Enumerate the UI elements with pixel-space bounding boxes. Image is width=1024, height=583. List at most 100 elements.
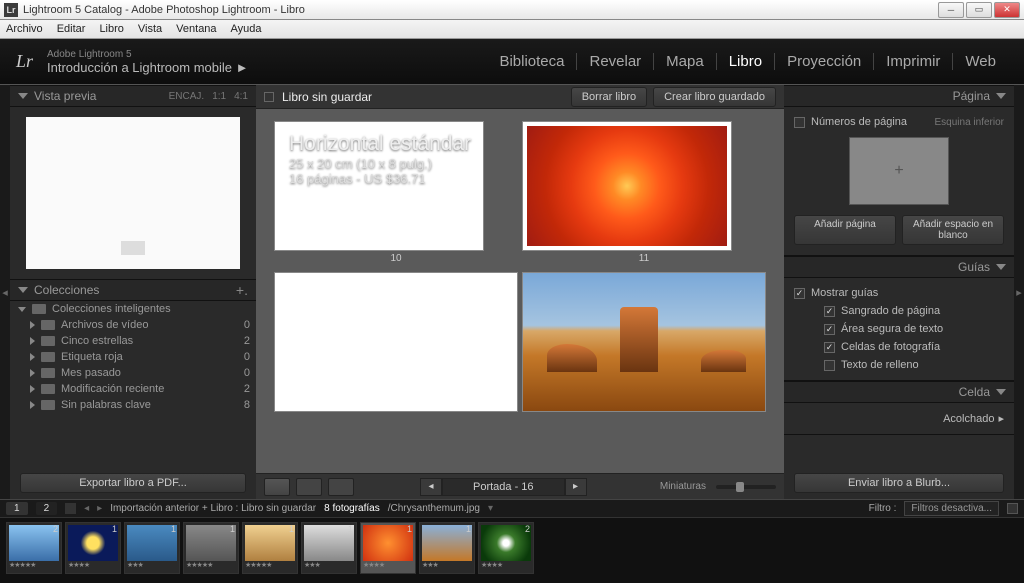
book-page-12[interactable] xyxy=(274,272,518,412)
pagina-panel-header[interactable]: Página xyxy=(784,85,1014,107)
guide-checkbox[interactable]: ✓ xyxy=(824,306,835,317)
grid-icon[interactable] xyxy=(65,503,76,514)
screen-tab-2[interactable]: 2 xyxy=(36,502,58,515)
collection-item[interactable]: Cinco estrellas2 xyxy=(10,333,256,349)
thumbnail-size-slider[interactable] xyxy=(716,485,776,489)
send-to-blurb-button[interactable]: Enviar libro a Blurb... xyxy=(794,473,1004,493)
page-prev-button[interactable]: ◂ xyxy=(420,478,442,496)
filter-dropdown[interactable]: Filtros desactiva... xyxy=(904,501,999,516)
filmstrip-thumb[interactable]: 1★★★ xyxy=(419,522,475,574)
smart-collections-group[interactable]: Colecciones inteligentes xyxy=(10,301,256,317)
lightroom-logo: Lr xyxy=(16,51,33,72)
window-titlebar: Lr Lightroom 5 Catalog - Adobe Photoshop… xyxy=(0,0,1024,20)
book-page-13[interactable]: ! xyxy=(522,272,766,412)
view-grid-button[interactable] xyxy=(264,478,290,496)
zoom-4-1[interactable]: 4:1 xyxy=(234,91,248,102)
menu-editar[interactable]: Editar xyxy=(57,23,86,35)
view-single-button[interactable] xyxy=(328,478,354,496)
thumb-badge: 1 xyxy=(230,524,235,534)
collection-name: Cinco estrellas xyxy=(61,335,133,347)
thumbnails-label: Miniaturas xyxy=(660,481,706,492)
module-imprimir[interactable]: Imprimir xyxy=(874,53,953,70)
create-saved-book-button[interactable]: Crear libro guardado xyxy=(653,87,776,107)
filmstrip-thumb[interactable]: 2★★★★★ xyxy=(6,522,62,574)
book-page-10[interactable]: Horizontal estándar 25 x 20 cm (10 x 8 p… xyxy=(274,121,484,251)
collection-item[interactable]: Archivos de vídeo0 xyxy=(10,317,256,333)
chevron-right-icon xyxy=(30,385,35,393)
page-numbers-checkbox[interactable] xyxy=(794,117,805,128)
filmstrip-thumb[interactable]: 2★★★★ xyxy=(478,522,534,574)
export-pdf-button[interactable]: Exportar libro a PDF... xyxy=(20,473,246,493)
preview-thumbnail[interactable] xyxy=(26,117,240,269)
module-mapa[interactable]: Mapa xyxy=(654,53,717,70)
module-libro[interactable]: Libro xyxy=(717,53,775,70)
filmstrip-thumb[interactable]: 1★★★★★ xyxy=(183,522,239,574)
add-page-button[interactable]: Añadir página xyxy=(794,215,896,245)
nav-next-icon[interactable]: ▸ xyxy=(97,503,102,514)
module-biblioteca[interactable]: Biblioteca xyxy=(487,53,577,70)
center-panel: Libro sin guardar Borrar libro Crear lib… xyxy=(256,85,784,499)
filmstrip: 1 2 ◂ ▸ Importación anterior + Libro : L… xyxy=(0,499,1024,583)
window-title: Lightroom 5 Catalog - Adobe Photoshop Li… xyxy=(23,4,938,16)
clear-book-button[interactable]: Borrar libro xyxy=(571,87,647,107)
padding-label[interactable]: Acolchado xyxy=(943,413,994,425)
left-panel-toggle[interactable]: ◂ xyxy=(0,85,10,499)
menu-ayuda[interactable]: Ayuda xyxy=(231,23,262,35)
menu-ventana[interactable]: Ventana xyxy=(176,23,216,35)
zoom-fit[interactable]: ENCAJ. xyxy=(169,91,205,102)
guide-checkbox[interactable] xyxy=(824,360,835,371)
page-template-swatch[interactable]: + xyxy=(849,137,949,205)
add-blank-button[interactable]: Añadir espacio en blanco xyxy=(902,215,1004,245)
filmstrip-thumb[interactable]: 1★★★★ xyxy=(360,522,416,574)
collection-item[interactable]: Sin palabras clave8 xyxy=(10,397,256,413)
filmstrip-thumb[interactable]: 1★★★ xyxy=(301,522,357,574)
thumb-badge: 2 xyxy=(525,524,530,534)
menu-libro[interactable]: Libro xyxy=(99,23,123,35)
preview-panel-header[interactable]: Vista previa ENCAJ. 1:1 4:1 xyxy=(10,85,256,107)
module-revelar[interactable]: Revelar xyxy=(577,53,654,70)
guias-panel-header[interactable]: Guías xyxy=(784,256,1014,278)
collection-item[interactable]: Mes pasado0 xyxy=(10,365,256,381)
minimize-button[interactable]: ─ xyxy=(938,2,964,18)
celda-panel-header[interactable]: Celda xyxy=(784,381,1014,403)
collection-item[interactable]: Modificación reciente2 xyxy=(10,381,256,397)
thumb-rating: ★★★★★ xyxy=(245,561,295,569)
thumb-rating: ★★★★★ xyxy=(9,561,59,569)
book-page-11[interactable] xyxy=(522,121,732,251)
right-panel-toggle[interactable]: ▸ xyxy=(1014,85,1024,499)
page-next-button[interactable]: ▸ xyxy=(565,478,587,496)
thumb-image xyxy=(304,525,354,561)
menu-vista[interactable]: Vista xyxy=(138,23,162,35)
collections-panel-header[interactable]: Colecciones +. xyxy=(10,279,256,301)
thumb-image xyxy=(481,525,531,561)
filmstrip-path[interactable]: Importación anterior + Libro : Libro sin… xyxy=(110,503,316,514)
book-toolbar: Libro sin guardar Borrar libro Crear lib… xyxy=(256,85,784,109)
page-numbers-position[interactable]: Esquina inferior xyxy=(935,117,1004,128)
guide-checkbox[interactable]: ✓ xyxy=(824,324,835,335)
menu-archivo[interactable]: Archivo xyxy=(6,23,43,35)
page-indicator[interactable]: Portada - 16 xyxy=(442,478,565,496)
add-collection-button[interactable]: +. xyxy=(236,282,248,298)
filmstrip-thumb[interactable]: 1★★★★ xyxy=(65,522,121,574)
guide-label: Sangrado de página xyxy=(841,305,940,317)
pagina-title: Página xyxy=(953,89,990,103)
collection-item[interactable]: Etiqueta roja0 xyxy=(10,349,256,365)
screen-tab-1[interactable]: 1 xyxy=(6,502,28,515)
thumb-image xyxy=(245,525,295,561)
zoom-1-1[interactable]: 1:1 xyxy=(212,91,226,102)
guide-checkbox[interactable]: ✓ xyxy=(824,342,835,353)
close-button[interactable]: ✕ xyxy=(994,2,1020,18)
desert-image xyxy=(523,273,765,411)
module-proyeccion[interactable]: Proyección xyxy=(775,53,874,70)
show-guides-checkbox[interactable]: ✓ xyxy=(794,288,805,299)
thumb-badge: 1 xyxy=(466,524,471,534)
filmstrip-thumb[interactable]: 1★★★★★ xyxy=(242,522,298,574)
nav-prev-icon[interactable]: ◂ xyxy=(84,503,89,514)
module-web[interactable]: Web xyxy=(953,53,1008,70)
book-canvas[interactable]: Horizontal estándar 25 x 20 cm (10 x 8 p… xyxy=(256,109,784,473)
filter-lock-icon[interactable] xyxy=(1007,503,1018,514)
maximize-button[interactable]: ▭ xyxy=(966,2,992,18)
mobile-intro-link[interactable]: Introducción a Lightroom mobile ► xyxy=(47,60,487,75)
view-spread-button[interactable] xyxy=(296,478,322,496)
filmstrip-thumb[interactable]: 1★★★ xyxy=(124,522,180,574)
